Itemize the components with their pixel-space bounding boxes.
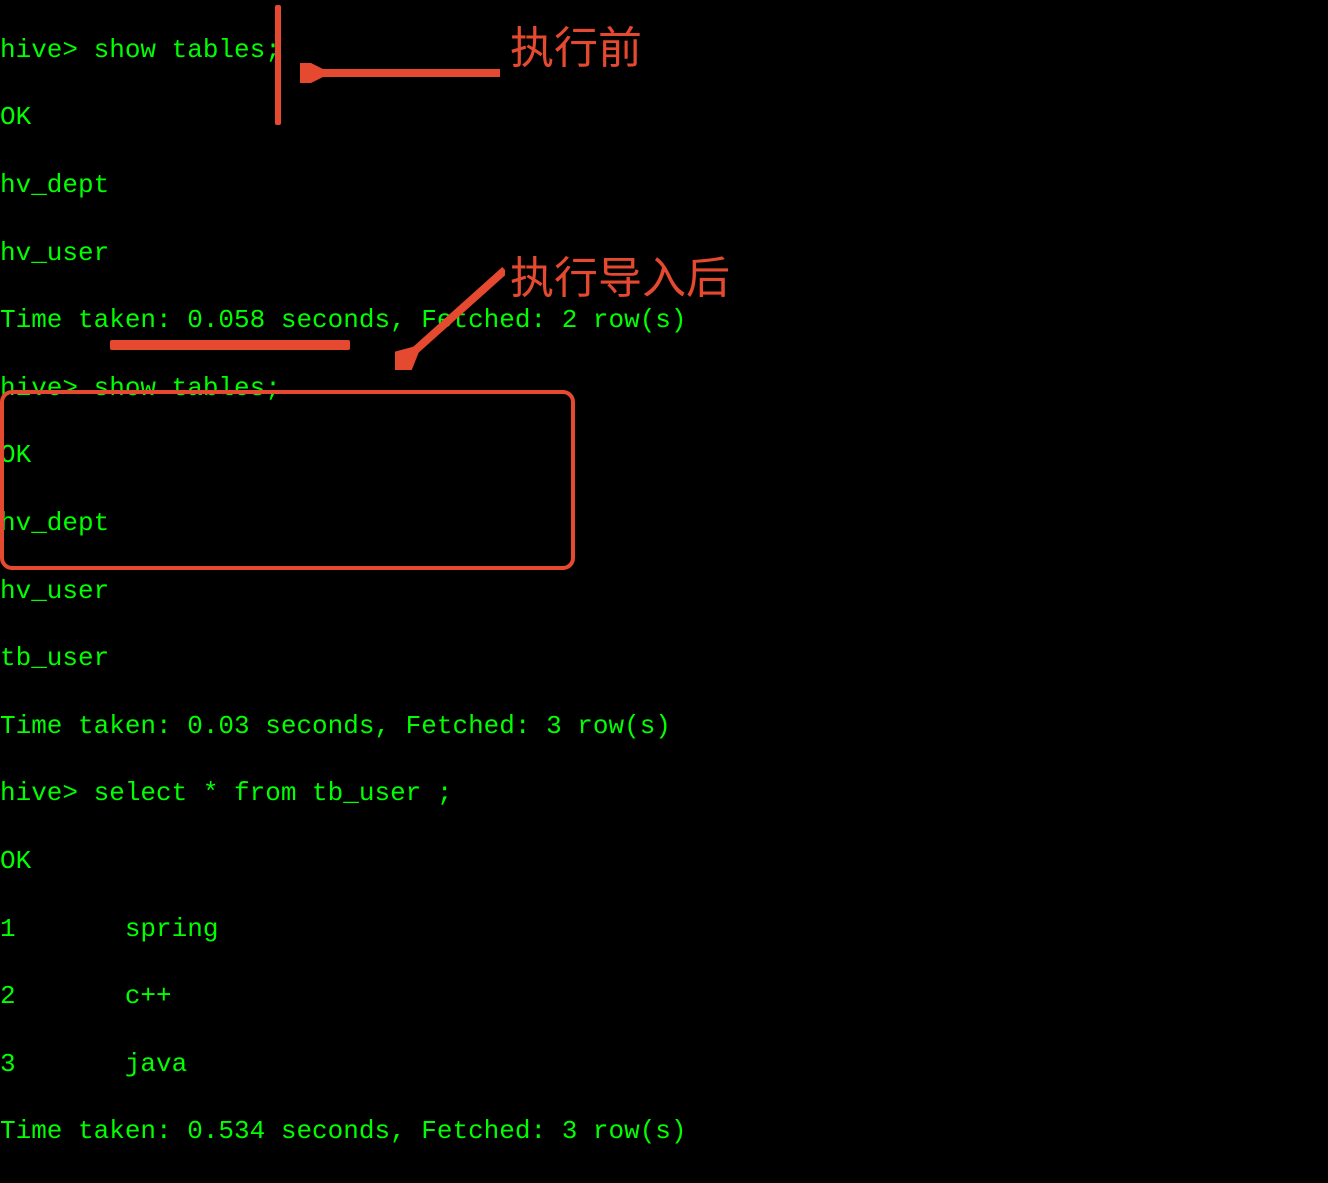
terminal-line: Time taken: 0.058 seconds, Fetched: 2 ro… [0, 304, 1328, 338]
annotation-before-label: 执行前 [510, 20, 642, 77]
arrow-icon [395, 260, 505, 370]
annotation-after-label: 执行导入后 [510, 250, 730, 307]
terminal-line: Time taken: 0.03 seconds, Fetched: 3 row… [0, 710, 1328, 744]
terminal-line: 1 spring [0, 913, 1328, 947]
terminal-line: 2 c++ [0, 980, 1328, 1014]
marker-bar-before [275, 5, 281, 125]
terminal-line: hive> show tables; [0, 34, 1328, 68]
terminal-line: hv_dept [0, 169, 1328, 203]
terminal-line: OK [0, 101, 1328, 135]
terminal-line: tb_user [0, 642, 1328, 676]
terminal-line: hive> show tables; [0, 372, 1328, 406]
terminal-line: OK [0, 845, 1328, 879]
arrow-icon [300, 60, 500, 80]
terminal-output: hive> show tables; OK hv_dept hv_user Ti… [0, 0, 1328, 1183]
terminal-line: OK [0, 439, 1328, 473]
terminal-line: 3 java [0, 1048, 1328, 1082]
terminal-line: Time taken: 0.534 seconds, Fetched: 3 ro… [0, 1115, 1328, 1149]
terminal-line: hv_dept [0, 507, 1328, 541]
terminal-line: hv_user [0, 575, 1328, 609]
terminal-line: hive> select * from tb_user ; [0, 777, 1328, 811]
marker-bar-after [110, 340, 350, 350]
